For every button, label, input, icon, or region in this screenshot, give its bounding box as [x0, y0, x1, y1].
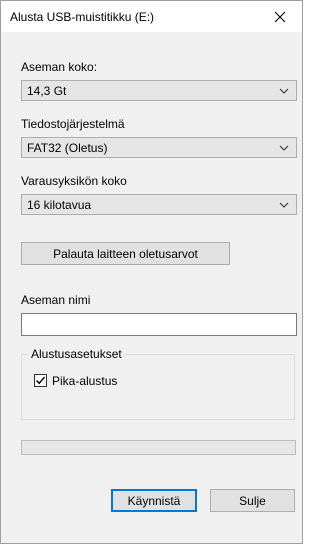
close-window-button[interactable]	[258, 1, 302, 32]
capacity-value: 14,3 Gt	[27, 84, 67, 98]
quick-format-checkbox[interactable]	[34, 374, 47, 387]
start-button[interactable]: Käynnistä	[111, 489, 197, 512]
filesystem-select[interactable]: FAT32 (Oletus)	[21, 137, 297, 158]
format-progress-bar	[21, 440, 296, 455]
capacity-select[interactable]: 14,3 Gt	[21, 80, 297, 101]
close-button[interactable]: Sulje	[210, 489, 295, 512]
format-options-title: Alustusasetukset	[28, 347, 125, 361]
quick-format-label[interactable]: Pika-alustus	[52, 374, 117, 388]
chevron-down-icon	[279, 88, 289, 94]
start-button-label: Käynnistä	[127, 493, 181, 508]
allocation-label: Varausyksikön koko	[21, 174, 127, 188]
filesystem-value: FAT32 (Oletus)	[27, 141, 108, 155]
chevron-down-icon	[279, 202, 289, 208]
allocation-value: 16 kilotavua	[27, 198, 92, 212]
checkmark-icon	[35, 376, 46, 385]
window-title: Alusta USB-muistitikku (E:)	[10, 10, 155, 24]
close-icon	[274, 11, 286, 22]
restore-defaults-button[interactable]: Palauta laitteen oletusarvot	[21, 242, 230, 265]
capacity-label: Aseman koko:	[21, 60, 98, 74]
close-button-label: Sulje	[239, 493, 266, 508]
filesystem-label: Tiedostojärjestelmä	[21, 117, 125, 131]
title-bar: Alusta USB-muistitikku (E:)	[1, 1, 302, 32]
chevron-down-icon	[279, 145, 289, 151]
volume-label-label: Aseman nimi	[21, 293, 91, 307]
volume-label-input[interactable]	[21, 313, 297, 336]
restore-defaults-label: Palauta laitteen oletusarvot	[53, 246, 198, 261]
format-dialog: Alusta USB-muistitikku (E:) Aseman koko:…	[0, 0, 303, 544]
allocation-select[interactable]: 16 kilotavua	[21, 194, 297, 215]
